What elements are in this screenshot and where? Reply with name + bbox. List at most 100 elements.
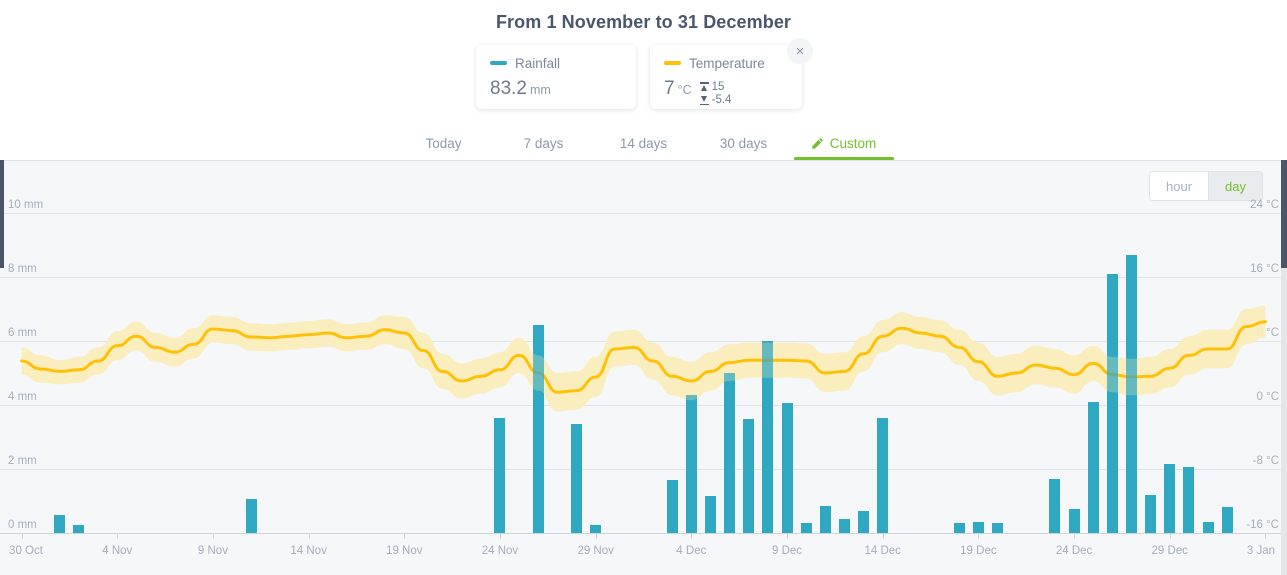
x-axis-tick (882, 533, 884, 539)
chart-plot-area[interactable]: 0 mm -16 °C 2 mm -8 °C 4 mm 0 °C 6 mm 8 °C 8 mm 1… (0, 161, 1287, 575)
rainfall-bar-overlay[interactable] (858, 510, 870, 533)
rainfall-bar-overlay[interactable] (992, 523, 1004, 533)
rainfall-bar-overlay[interactable] (1125, 254, 1137, 533)
x-axis-tick-label: 9 Nov (197, 545, 228, 557)
vertical-scrollbar-thumb[interactable] (1281, 160, 1287, 268)
range-tabs: Today 7 days 14 days 30 days Custom (0, 130, 1287, 160)
rainfall-bar-overlay[interactable] (743, 419, 755, 533)
rainfall-bar-overlay[interactable] (800, 523, 812, 533)
x-axis-tick-label: 19 Nov (386, 545, 423, 557)
x-axis-tick (308, 533, 310, 539)
y2-axis-tick-label: 0 °C (1256, 391, 1280, 403)
tab-30-days[interactable]: 30 days (694, 130, 794, 160)
rainfall-bar-overlay[interactable] (1145, 494, 1157, 533)
rainfall-bar-overlay[interactable] (685, 395, 697, 533)
x-axis-line (0, 533, 1287, 534)
x-axis-tick (978, 533, 980, 539)
rainfall-bar-overlay[interactable] (245, 499, 257, 533)
temperature-max-value: 15 (711, 80, 725, 93)
x-axis-tick (212, 533, 214, 539)
temperature-swatch-icon (664, 61, 681, 65)
temperature-legend-label: Temperature (689, 55, 765, 71)
rainfall-bar-overlay[interactable] (590, 525, 602, 533)
rainfall-bar-overlay[interactable] (704, 496, 716, 533)
y-axis-tick-label: 0 mm (8, 519, 37, 531)
x-axis-tick-label: 24 Dec (1055, 545, 1093, 557)
x-axis-tick-label: 29 Dec (1151, 545, 1188, 557)
temperature-value: 7 (664, 78, 675, 99)
tab-label: 30 days (719, 136, 768, 151)
x-axis-tick (1169, 533, 1171, 539)
rainfall-bar-overlay[interactable] (532, 325, 544, 533)
rainfall-bar-overlay[interactable] (1068, 509, 1080, 533)
rainfall-bar-overlay[interactable] (494, 417, 506, 533)
temperature-min-value: -5.4 (711, 93, 732, 106)
x-axis-tick (404, 533, 406, 539)
gridline (0, 341, 1287, 342)
close-icon[interactable]: × (787, 38, 813, 64)
tab-label: Today (425, 136, 462, 151)
rainfall-bar-overlay[interactable] (781, 403, 793, 533)
x-axis-tick-label: 29 Nov (577, 545, 614, 557)
temperature-unit: °C (677, 83, 692, 97)
temperature-extremes: 15 -5.4 (699, 80, 732, 107)
min-arrow-icon (699, 95, 709, 105)
rainfall-bar-overlay[interactable] (972, 521, 984, 533)
rainfall-bar-overlay[interactable] (819, 505, 831, 533)
vertical-scrollbar-left-thumb[interactable] (0, 160, 4, 268)
x-axis-tick (691, 533, 693, 539)
rainfall-bar-overlay[interactable] (1049, 478, 1061, 533)
x-axis-tick-label: 14 Dec (864, 545, 901, 557)
rainfall-summary-card[interactable]: Rainfall 83.2 mm (476, 45, 636, 109)
rainfall-bar-overlay[interactable] (1164, 464, 1176, 533)
temperature-legend: Temperature (664, 55, 788, 71)
y2-axis-tick-label: 16 °C (1250, 263, 1279, 275)
x-axis-tick-label: 24 Nov (481, 545, 519, 557)
y-axis-tick-label: 10 mm (8, 199, 44, 211)
rainfall-swatch-icon (490, 61, 507, 65)
temperature-uncertainty-band (21, 305, 1266, 412)
rainfall-bar-overlay[interactable] (877, 417, 889, 533)
rainfall-bar-overlay[interactable] (1087, 401, 1099, 533)
tab-custom[interactable]: Custom (793, 130, 894, 160)
page-title: From 1 November to 31 December (495, 12, 792, 32)
max-arrow-icon (699, 82, 709, 92)
rainfall-bar-overlay[interactable] (1202, 521, 1214, 533)
x-axis-tick (117, 533, 119, 539)
rainfall-bar-overlay[interactable] (953, 523, 965, 533)
y-axis-tick-label: 8 mm (8, 263, 37, 275)
rainfall-bar-overlay[interactable] (571, 424, 583, 533)
rainfall-value: 83.2 (490, 78, 527, 99)
chart-panel: hour day 0 mm -16 °C 2 mm -8 °C 4 mm 0 °C 6 mm 8… (0, 160, 1287, 575)
x-axis-tick-label: 4 Dec (676, 545, 707, 557)
x-axis-tick (1074, 533, 1076, 539)
tab-label: Custom (829, 136, 877, 151)
rainfall-bar-overlay[interactable] (666, 480, 678, 533)
y2-axis-tick-label: -8 °C (1252, 455, 1279, 467)
x-axis-tick-label: 9 Dec (771, 545, 803, 557)
rainfall-bar-overlay[interactable] (1183, 467, 1195, 533)
y2-axis-tick-label: -16 °C (1246, 519, 1279, 531)
rainfall-bar-overlay[interactable] (762, 341, 774, 533)
x-axis-tick-label: 14 Nov (290, 545, 327, 557)
rainfall-bar-overlay[interactable] (1106, 273, 1118, 533)
rainfall-bar-overlay[interactable] (1221, 507, 1233, 533)
weather-chart-app: From 1 November to 31 December Rainfall … (0, 0, 1287, 575)
tab-today[interactable]: Today (394, 130, 494, 160)
y2-axis-tick-label: 8 °C (1256, 327, 1280, 339)
x-axis-tick (1265, 533, 1267, 539)
rainfall-bar-overlay[interactable] (724, 373, 736, 533)
rainfall-bar-overlay[interactable] (73, 525, 85, 533)
tab-label: 7 days (523, 136, 564, 151)
tab-7-days[interactable]: 7 days (494, 130, 594, 160)
rainfall-legend-label: Rainfall (515, 55, 561, 71)
summary-cards: Rainfall 83.2 mm Temperature 7 °C 15 -5.… (476, 45, 802, 109)
rainfall-bar-overlay[interactable] (54, 515, 66, 533)
rainfall-bar-overlay[interactable] (838, 518, 850, 533)
gridline (0, 213, 1287, 214)
x-axis-tick-label: 30 Oct (9, 545, 43, 557)
x-axis-tick-label: 19 Dec (960, 545, 997, 557)
x-axis-tick-label: 4 Nov (102, 545, 133, 557)
temperature-summary-card[interactable]: Temperature 7 °C 15 -5.4 (650, 45, 802, 109)
tab-14-days[interactable]: 14 days (594, 130, 694, 160)
